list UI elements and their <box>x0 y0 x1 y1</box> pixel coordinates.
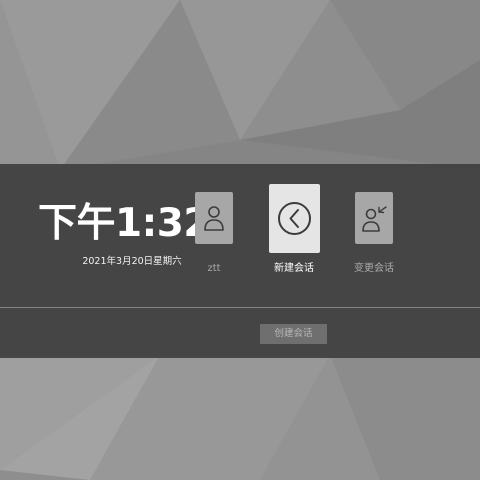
user-tile-ztt[interactable] <box>195 192 233 244</box>
switch-session-tile[interactable] <box>355 192 393 244</box>
lock-screen: 下午1:32 2021年3月20日星期六 ztt 新建会话 变更会话 创建会话 <box>0 0 480 480</box>
switch-session-label: 变更会话 <box>354 263 394 274</box>
panel-divider <box>0 307 480 308</box>
login-panel <box>0 164 480 358</box>
clock-time: 下午1:32 <box>38 201 211 246</box>
new-session-tile[interactable] <box>269 184 320 253</box>
chevron-left-circle-icon <box>278 202 311 235</box>
user-label-ztt: ztt <box>207 263 221 274</box>
create-session-button[interactable]: 创建会话 <box>260 324 327 344</box>
new-session-label: 新建会话 <box>274 263 314 274</box>
clock-date: 2021年3月20日星期六 <box>82 256 182 267</box>
switch-user-icon <box>362 206 387 232</box>
user-avatar-icon <box>204 206 224 231</box>
